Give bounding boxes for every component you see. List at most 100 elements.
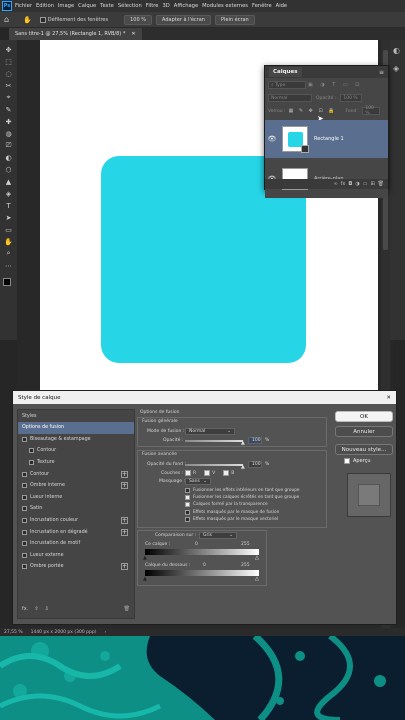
- style-item-checkbox[interactable]: [22, 436, 27, 442]
- this-layer-black-handle[interactable]: ▲: [143, 555, 147, 561]
- marquee-tool-icon[interactable]: ⬚: [3, 56, 14, 67]
- hand-tool-icon[interactable]: ✋: [23, 16, 32, 24]
- style-item[interactable]: Contour: [18, 445, 134, 457]
- close-tab-icon[interactable]: ✕: [131, 31, 135, 37]
- dodge-tool-icon[interactable]: ◈: [3, 188, 14, 199]
- close-icon[interactable]: ✕: [386, 395, 391, 401]
- blend-option[interactable]: Effets masqués par le masque de fusion: [185, 509, 325, 516]
- path-selection-tool-icon[interactable]: ➤: [3, 212, 14, 223]
- add-style-icon[interactable]: +: [121, 482, 128, 490]
- lock-icons[interactable]: ▦ ✎ ✥ ⊡ 🔒: [289, 108, 337, 114]
- blend-option-checkbox[interactable]: [185, 502, 190, 508]
- blend-option[interactable]: Effets masqués par le masque vectoriel: [185, 516, 325, 523]
- menu-item[interactable]: Sélection: [118, 3, 142, 9]
- style-item[interactable]: Contour +: [18, 468, 134, 480]
- zoom-100-button[interactable]: 100 %: [124, 14, 153, 25]
- healing-tool-icon[interactable]: ✚: [3, 116, 14, 127]
- fill-opacity-handle[interactable]: ▲: [241, 464, 245, 470]
- channel-v[interactable]: V: [204, 470, 215, 476]
- knockout-select[interactable]: Sans ⌄: [185, 478, 211, 485]
- blend-option[interactable]: Fusionner les effets intérieurs en tant …: [185, 487, 325, 494]
- crop-tool-icon[interactable]: ✂: [3, 80, 14, 91]
- layers-stack-icon[interactable]: ◈: [393, 64, 399, 73]
- style-item[interactable]: Incrustation de motif: [18, 538, 134, 550]
- style-item-checkbox[interactable]: [29, 460, 34, 466]
- blend-option-checkbox[interactable]: [185, 495, 190, 501]
- menu-item[interactable]: Filtre: [146, 3, 159, 9]
- menu-item[interactable]: Texte: [100, 3, 114, 9]
- fill-screen-button[interactable]: Plein écran: [214, 14, 255, 25]
- style-item[interactable]: Lueur interne: [18, 492, 134, 504]
- visibility-eye-icon[interactable]: 👁: [265, 135, 279, 143]
- fill-opacity-slider[interactable]: [185, 464, 243, 466]
- blend-option-checkbox[interactable]: [185, 509, 190, 515]
- underlying-gradient-slider[interactable]: [145, 570, 259, 576]
- move-up-icon[interactable]: ⇧: [34, 606, 38, 612]
- menu-item[interactable]: Image: [58, 3, 74, 9]
- blend-option[interactable]: Calques formé par la transparence: [185, 501, 325, 508]
- layer-fill-field[interactable]: 100 %: [362, 106, 381, 116]
- style-item-checkbox[interactable]: [22, 506, 27, 512]
- shape-tool-icon[interactable]: ▭: [3, 224, 14, 235]
- style-item[interactable]: Texture: [18, 457, 134, 469]
- fx-menu-button[interactable]: fx.: [22, 606, 28, 612]
- stamp-tool-icon[interactable]: ◍: [3, 128, 14, 139]
- home-icon[interactable]: ⌂: [4, 15, 9, 24]
- hand-tool-icon[interactable]: ✋: [3, 236, 14, 247]
- style-item[interactable]: Options de fusion: [18, 422, 134, 434]
- new-layer-icon[interactable]: ⊞: [370, 181, 374, 187]
- this-layer-gradient-slider[interactable]: [145, 549, 259, 555]
- blend-option-checkbox[interactable]: [185, 488, 190, 494]
- underlying-black-handle[interactable]: ▲: [143, 576, 147, 582]
- eraser-tool-icon[interactable]: ◐: [3, 152, 14, 163]
- opacity-slider[interactable]: [185, 440, 243, 442]
- trash-icon[interactable]: 🗑: [124, 606, 130, 612]
- layer-opacity-field[interactable]: 100 %: [340, 94, 363, 102]
- menu-item[interactable]: Modules externes: [202, 3, 248, 9]
- menu-item[interactable]: Fenêtre: [252, 3, 272, 9]
- style-item-checkbox[interactable]: [22, 471, 27, 477]
- document-tab[interactable]: Sans titre-1 @ 27,5% (Rectangle 1, RVB/8…: [9, 28, 142, 40]
- add-style-icon[interactable]: +: [121, 517, 128, 525]
- move-tool-icon[interactable]: ✥: [3, 44, 14, 55]
- lasso-tool-icon[interactable]: ◌: [3, 68, 14, 79]
- style-item[interactable]: Incrustation en dégradé +: [18, 526, 134, 538]
- fx-icon[interactable]: fx: [341, 181, 346, 187]
- history-tool-icon[interactable]: ⎚: [3, 140, 14, 151]
- add-style-icon[interactable]: +: [121, 563, 128, 571]
- filter-icons[interactable]: ▣ ◑ T ▭ ⊡: [308, 82, 362, 88]
- style-item[interactable]: Satin: [18, 503, 134, 515]
- blend-mode-select[interactable]: Normal ⌄: [185, 428, 235, 435]
- scroll-all-option[interactable]: Défilement des fenêtres: [39, 16, 108, 23]
- style-item-checkbox[interactable]: [22, 541, 27, 547]
- channel-b[interactable]: B: [223, 470, 234, 476]
- opacity-slider-handle[interactable]: ▲: [241, 440, 245, 446]
- blend-if-select[interactable]: Gris ⌄: [199, 532, 237, 539]
- layers-panel-title[interactable]: Calques: [269, 67, 302, 77]
- this-layer-white-handle[interactable]: △: [255, 555, 259, 561]
- properties-icon[interactable]: ◐: [393, 46, 400, 55]
- style-item-checkbox[interactable]: [22, 494, 27, 500]
- styles-list-header[interactable]: Styles: [18, 410, 134, 422]
- style-item-checkbox[interactable]: [22, 483, 27, 489]
- layer-blend-mode-select[interactable]: Normal: [268, 94, 312, 102]
- style-item-checkbox[interactable]: [22, 564, 27, 570]
- preview-checkbox[interactable]: [344, 458, 350, 464]
- menu-item[interactable]: 3D: [163, 3, 170, 9]
- group-icon[interactable]: ▭: [363, 181, 368, 187]
- fit-screen-button[interactable]: Adapter à l'écran: [156, 14, 211, 25]
- layer-name[interactable]: Rectangle 1: [314, 136, 344, 142]
- eyedropper-tool-icon[interactable]: ⌖: [3, 92, 14, 103]
- menu-item[interactable]: Aide: [276, 3, 287, 9]
- style-item-checkbox[interactable]: [22, 529, 27, 535]
- blur-tool-icon[interactable]: ▲: [3, 176, 14, 187]
- style-item[interactable]: Biseautage & estampage: [18, 434, 134, 446]
- brush-tool-icon[interactable]: ✎: [3, 104, 14, 115]
- style-item[interactable]: Ombre interne +: [18, 480, 134, 492]
- chevron-right-icon[interactable]: ›: [104, 630, 106, 635]
- zoom-tool-icon[interactable]: ⌕: [3, 248, 14, 259]
- add-style-icon[interactable]: +: [121, 470, 128, 478]
- cancel-button[interactable]: Annuler: [335, 426, 393, 437]
- blend-option[interactable]: Fusionner les calques écrêtés en tant qu…: [185, 494, 325, 501]
- style-item[interactable]: Lueur externe: [18, 550, 134, 562]
